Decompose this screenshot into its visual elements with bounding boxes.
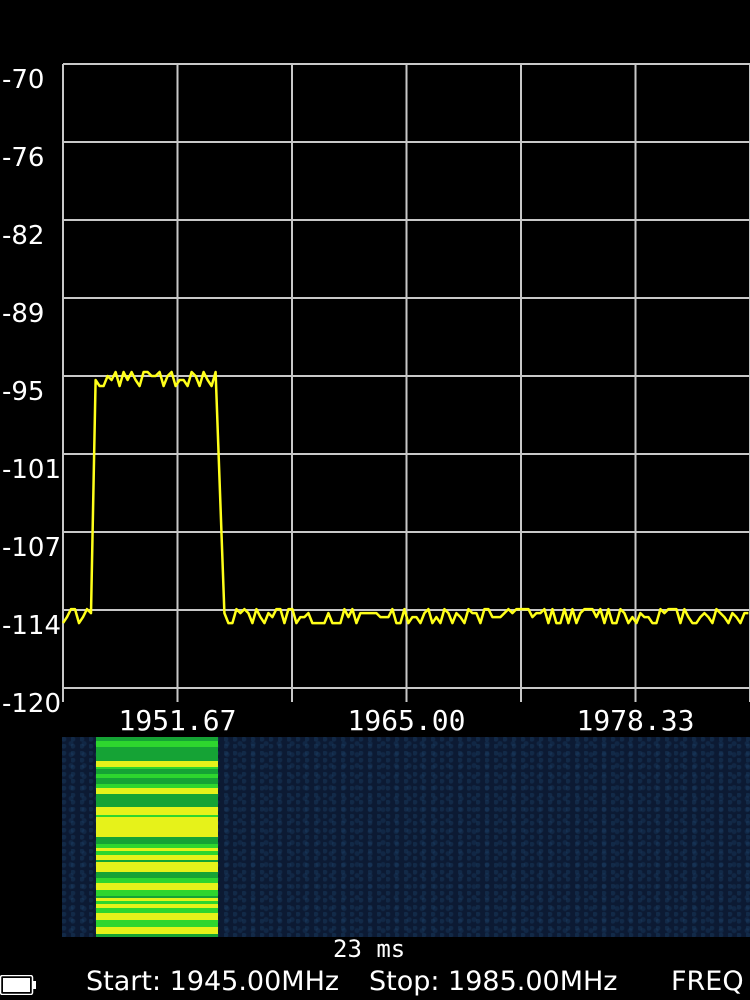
x-tick-label: 1951.67 [118, 704, 236, 737]
waterfall-stripe [96, 920, 218, 927]
y-tick-label: -101 [2, 455, 61, 485]
battery-icon [0, 975, 36, 995]
waterfall-stripe [96, 837, 218, 844]
waterfall-display [62, 737, 750, 937]
waterfall-time-label: 23 ms [333, 935, 406, 963]
waterfall-signal-band [96, 737, 218, 937]
status-bar: Start: 1945.00MHz Stop: 1985.00MHz FREQ [0, 963, 750, 1000]
y-tick-label: -82 [2, 221, 44, 251]
y-tick-label: -76 [2, 143, 44, 173]
y-tick-label: -89 [2, 299, 44, 329]
y-tick-label: -120 [2, 689, 61, 719]
y-tick-label: -95 [2, 377, 44, 407]
y-tick-label: -114 [2, 611, 61, 641]
waterfall-stripe [96, 754, 218, 761]
spectrum-chart: -70-76-82-89-95-101-107-114-120 1951.67 1… [2, 63, 750, 737]
mode-label[interactable]: FREQ [671, 963, 744, 1000]
start-frequency-label: Start: 1945.00MHz [86, 966, 340, 997]
y-tick-label: -70 [2, 65, 44, 95]
x-tick-label: 1978.33 [576, 704, 694, 737]
waterfall-stripe [96, 798, 218, 805]
y-tick-label: -107 [2, 533, 61, 563]
y-axis-ticks: -70 -76 -82 -89 -95 -101 -107 -114 -120 [2, 65, 61, 719]
stop-frequency-label: Stop: 1985.00MHz [369, 966, 618, 997]
x-axis-ticks: 1951.67 1965.00 1978.33 [118, 704, 694, 737]
x-tick-label: 1965.00 [347, 704, 465, 737]
waterfall-stripe [96, 934, 218, 937]
waterfall-stripe [96, 747, 218, 754]
waterfall-stripe [96, 913, 218, 920]
